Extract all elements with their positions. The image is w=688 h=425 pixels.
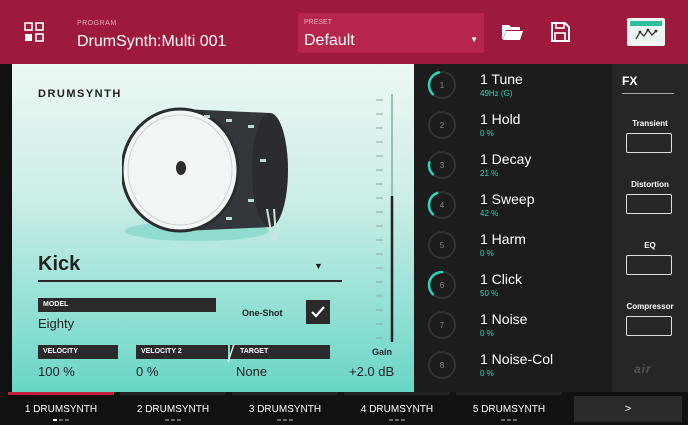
menu-grid-icon[interactable] <box>16 14 52 50</box>
drum-type-select[interactable]: Kick <box>38 253 80 276</box>
slash-divider <box>227 343 235 363</box>
model-tag: MODEL <box>38 298 216 312</box>
preset-selector[interactable]: PRESET Default ▼ <box>298 13 484 53</box>
fx-slot-compressor[interactable] <box>626 316 672 336</box>
preset-label: PRESET <box>304 19 333 26</box>
param-row[interactable]: 8 1 Noise-Col 0 % <box>414 345 612 385</box>
tab-label: 5 DRUMSYNTH <box>472 404 546 415</box>
knob-icon[interactable]: 5 <box>426 229 458 261</box>
tab-drumsynth-5[interactable]: 5 DRUMSYNTH <box>456 392 562 425</box>
param-number: 7 <box>440 321 445 330</box>
param-value: 42 % <box>480 209 499 218</box>
velocity2-tag: VELOCITY 2 <box>136 345 228 359</box>
target-value[interactable]: None <box>236 364 267 379</box>
preset-name: Default <box>304 32 355 49</box>
tab-label: 1 DRUMSYNTH <box>24 404 98 415</box>
folder-open-icon[interactable] <box>500 20 524 44</box>
param-row[interactable]: 5 1 Harm 0 % <box>414 225 612 265</box>
param-row[interactable]: 1 1 Tune 49Hz (G) <box>414 65 612 105</box>
knob-icon[interactable]: 6 <box>426 269 458 301</box>
target-tag: TARGET <box>230 345 330 359</box>
fx-slot-transient[interactable] <box>626 133 672 153</box>
fx-slot-label: Transient <box>632 119 668 128</box>
velocity-tag: VELOCITY <box>38 345 118 359</box>
param-name: 1 Noise-Col <box>480 351 554 367</box>
drum-panel: DRUMSYNTH Kick ▼ MODEL Eighty One-Shot V… <box>12 64 414 392</box>
fx-slot-eq[interactable] <box>626 255 672 275</box>
tab-drumsynth-4[interactable]: 4 DRUMSYNTH <box>344 392 450 425</box>
fx-slot-label: EQ <box>644 241 656 250</box>
param-value: 0 % <box>480 329 494 338</box>
target-tag-label: TARGET <box>240 348 269 355</box>
gain-label: Gain <box>372 347 393 357</box>
param-value: 49Hz (G) <box>480 89 513 98</box>
gain-value[interactable]: +2.0 dB <box>349 364 394 379</box>
knob-icon[interactable]: 4 <box>426 189 458 221</box>
tab-label: 4 DRUMSYNTH <box>360 404 434 415</box>
knob-icon[interactable]: 3 <box>426 149 458 181</box>
checkmark-icon <box>311 306 325 318</box>
next-page-button[interactable]: > <box>574 396 682 422</box>
tab-label: 2 DRUMSYNTH <box>136 404 210 415</box>
envelope-icon <box>635 28 658 40</box>
chevron-down-icon: ▼ <box>470 35 478 44</box>
one-shot-label: One-Shot <box>242 308 283 318</box>
param-row[interactable]: 3 1 Decay 21 % <box>414 145 612 185</box>
param-row[interactable]: 6 1 Click 50 % <box>414 265 612 305</box>
param-number: 1 <box>440 81 445 90</box>
param-row[interactable]: 2 1 Hold 0 % <box>414 105 612 145</box>
param-value: 50 % <box>480 289 499 298</box>
param-number: 5 <box>440 241 445 250</box>
tab-drumsynth-1[interactable]: 1 DRUMSYNTH <box>8 392 114 425</box>
param-value: 0 % <box>480 249 494 258</box>
knob-icon[interactable]: 8 <box>426 349 458 381</box>
param-name: 1 Noise <box>480 311 528 327</box>
param-row[interactable]: 4 1 Sweep 42 % <box>414 185 612 225</box>
kick-drum-illustration <box>122 107 288 241</box>
param-value: 0 % <box>480 369 494 378</box>
param-name: 1 Decay <box>480 151 532 167</box>
header-bar: PROGRAM DrumSynth:Multi 001 PRESET Defau… <box>0 0 688 64</box>
divider <box>38 280 342 282</box>
param-row[interactable]: 7 1 Noise 0 % <box>414 305 612 345</box>
param-name: 1 Sweep <box>480 191 535 207</box>
air-logo: air <box>634 362 652 376</box>
fx-slot-label: Compressor <box>626 302 674 311</box>
fx-title: FX <box>622 74 638 88</box>
knob-icon[interactable]: 2 <box>426 109 458 141</box>
program-name[interactable]: DrumSynth:Multi 001 <box>77 33 226 51</box>
param-number: 6 <box>440 281 445 290</box>
drumsynth-logo: DRUMSYNTH <box>38 88 122 100</box>
one-shot-checkbox[interactable] <box>306 300 330 324</box>
fx-slot-distortion[interactable] <box>626 194 672 214</box>
fx-panel: FX Transient Distortion EQ Compressor ai… <box>612 64 688 392</box>
waveform-view-button[interactable] <box>627 18 665 46</box>
next-page-label: > <box>624 403 632 415</box>
param-value: 0 % <box>480 129 494 138</box>
gain-meter[interactable] <box>374 92 398 362</box>
velocity-value[interactable]: 100 % <box>38 364 75 379</box>
divider <box>622 93 674 94</box>
chevron-down-icon[interactable]: ▼ <box>314 261 323 271</box>
param-value: 21 % <box>480 169 499 178</box>
knob-icon[interactable]: 7 <box>426 309 458 341</box>
velocity2-value[interactable]: 0 % <box>136 364 158 379</box>
tab-label: 3 DRUMSYNTH <box>248 404 322 415</box>
tab-drumsynth-3[interactable]: 3 DRUMSYNTH <box>232 392 338 425</box>
param-number: 4 <box>440 201 445 210</box>
model-value[interactable]: Eighty <box>38 316 74 331</box>
parameter-list: 1 1 Tune 49Hz (G) 2 1 Hold 0 % 3 1 Decay… <box>414 64 612 392</box>
program-label: PROGRAM <box>77 20 117 27</box>
tab-drumsynth-2[interactable]: 2 DRUMSYNTH <box>120 392 226 425</box>
fx-slot-label: Distortion <box>631 180 669 189</box>
param-number: 2 <box>440 121 445 130</box>
param-number: 8 <box>440 361 445 370</box>
param-name: 1 Hold <box>480 111 521 127</box>
param-name: 1 Click <box>480 271 523 287</box>
knob-icon[interactable]: 1 <box>426 69 458 101</box>
param-name: 1 Harm <box>480 231 526 247</box>
param-name: 1 Tune <box>480 71 523 87</box>
save-icon[interactable] <box>548 20 572 44</box>
param-number: 3 <box>440 161 445 170</box>
